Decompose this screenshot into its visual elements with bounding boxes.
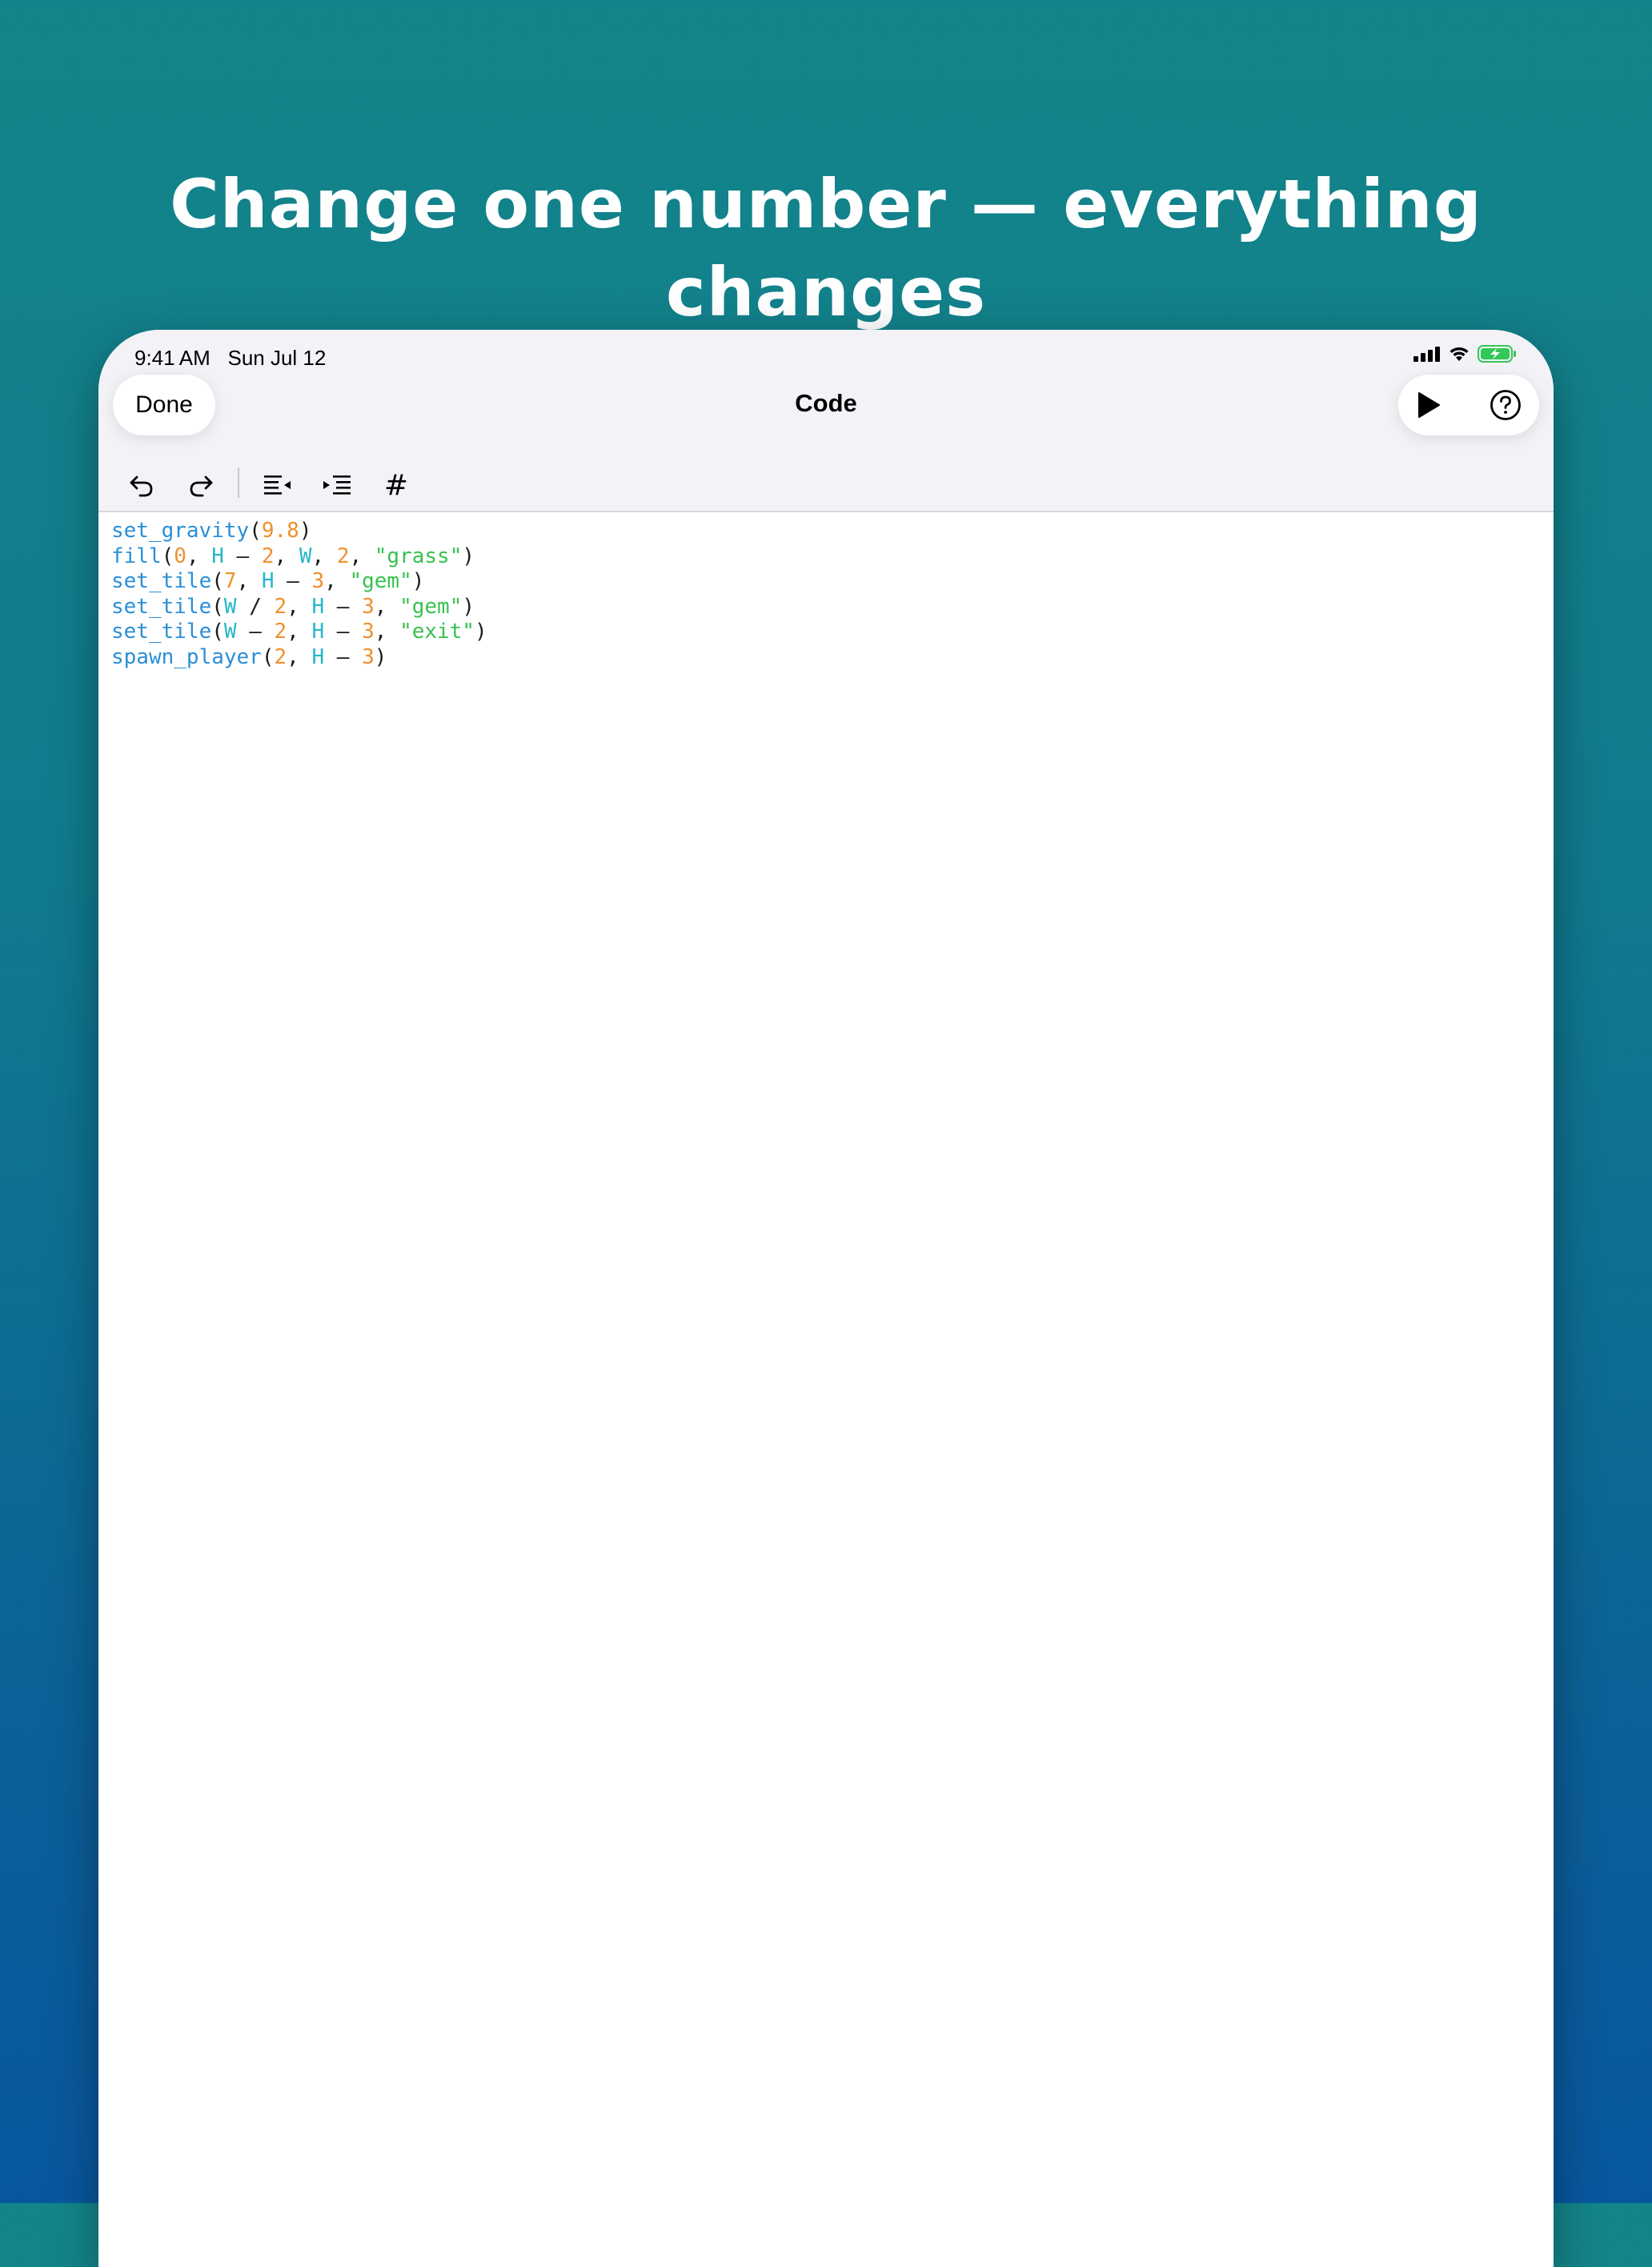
code-number: 2 xyxy=(274,594,287,619)
code-punctuation: ) xyxy=(374,644,387,669)
code-variable: W xyxy=(223,620,237,644)
code-variable: H xyxy=(311,644,325,669)
indent-icon[interactable] xyxy=(318,466,356,504)
code-punctuation: , xyxy=(374,594,400,619)
code-editor[interactable]: set_gravity(9.8) fill(0, H – 2, W, 2, "gr… xyxy=(111,519,487,671)
status-icons xyxy=(1413,344,1518,367)
navigation-bar: 9:41 AM Sun Jul 12 Done Code # xyxy=(98,330,1554,512)
ipad-frame: 9:41 AM Sun Jul 12 Done Code # set_gravi… xyxy=(98,330,1554,2267)
code-punctuation: / xyxy=(236,594,275,619)
code-punctuation: – xyxy=(274,569,312,594)
code-number: 3 xyxy=(362,644,375,669)
code-function: spawn_player xyxy=(111,644,262,669)
code-punctuation: – xyxy=(324,644,363,669)
code-punctuation: , xyxy=(287,644,312,669)
code-punctuation: – xyxy=(324,620,363,644)
code-string: "grass" xyxy=(374,544,463,568)
code-punctuation: ) xyxy=(475,620,487,644)
play-icon[interactable] xyxy=(1409,386,1448,424)
toolbar-divider xyxy=(238,467,239,498)
code-number: 3 xyxy=(311,569,325,594)
code-function: set_tile xyxy=(111,569,212,594)
code-punctuation: – xyxy=(223,544,262,568)
code-line[interactable]: spawn_player(2, H – 3) xyxy=(111,645,487,671)
code-line[interactable]: set_tile(W / 2, H – 3, "gem") xyxy=(111,595,487,620)
code-variable: H xyxy=(261,569,275,594)
code-number: 9.8 xyxy=(261,519,299,543)
code-number: 2 xyxy=(274,644,287,669)
battery-charging-icon xyxy=(1478,344,1518,367)
code-punctuation: – xyxy=(324,594,363,619)
code-punctuation: – xyxy=(236,620,275,644)
code-punctuation: ) xyxy=(411,569,425,594)
code-punctuation: ( xyxy=(211,620,224,644)
code-string: "gem" xyxy=(399,594,463,619)
code-number: 3 xyxy=(362,594,375,619)
code-punctuation: ( xyxy=(161,544,174,568)
code-number: 3 xyxy=(362,620,375,644)
code-punctuation: ( xyxy=(249,519,262,543)
wifi-icon xyxy=(1447,345,1471,367)
code-variable: H xyxy=(311,620,325,644)
code-punctuation: ( xyxy=(261,644,275,669)
status-time-value: 9:41 AM xyxy=(134,346,211,370)
outdent-icon[interactable] xyxy=(259,466,297,504)
code-function: set_tile xyxy=(111,620,212,644)
cellular-signal-icon xyxy=(1413,346,1441,366)
code-punctuation: , xyxy=(186,544,212,568)
code-punctuation: ( xyxy=(211,594,224,619)
code-variable: H xyxy=(211,544,224,568)
code-function: set_gravity xyxy=(111,519,250,543)
code-punctuation: , xyxy=(324,569,350,594)
code-function: fill xyxy=(111,544,162,568)
headline: Change one number — everything changes xyxy=(170,165,1482,331)
code-punctuation: , xyxy=(349,544,375,568)
page-title: Code xyxy=(795,389,857,417)
code-number: 2 xyxy=(261,544,275,568)
code-number: 2 xyxy=(274,620,287,644)
undo-icon[interactable] xyxy=(122,466,161,504)
code-punctuation: ( xyxy=(211,569,224,594)
code-string: "gem" xyxy=(349,569,412,594)
code-line[interactable]: set_gravity(9.8) xyxy=(111,519,487,544)
code-punctuation: ) xyxy=(299,519,312,543)
code-number: 2 xyxy=(336,544,350,568)
run-help-controls xyxy=(1398,375,1539,435)
question-circle-icon[interactable] xyxy=(1486,386,1525,424)
code-variable: H xyxy=(311,594,325,619)
code-punctuation: , xyxy=(287,620,312,644)
code-number: 0 xyxy=(174,544,186,568)
code-punctuation: , xyxy=(287,594,312,619)
code-variable: W xyxy=(299,544,312,568)
status-time: 9:41 AM Sun Jul 12 xyxy=(134,346,326,371)
code-punctuation: , xyxy=(311,544,337,568)
code-punctuation: , xyxy=(236,569,262,594)
status-date-value: Sun Jul 12 xyxy=(227,346,327,370)
code-function: set_tile xyxy=(111,594,212,619)
code-variable: W xyxy=(223,594,237,619)
code-string: "exit" xyxy=(399,620,475,644)
comment-hash-icon[interactable]: # xyxy=(377,466,415,504)
code-punctuation: ) xyxy=(462,544,475,568)
code-punctuation: , xyxy=(374,620,400,644)
code-line[interactable]: fill(0, H – 2, W, 2, "grass") xyxy=(111,544,487,570)
code-line[interactable]: set_tile(W – 2, H – 3, "exit") xyxy=(111,620,487,645)
redo-icon[interactable] xyxy=(182,466,220,504)
code-line[interactable]: set_tile(7, H – 3, "gem") xyxy=(111,569,487,595)
code-punctuation: ) xyxy=(462,594,475,619)
code-punctuation: , xyxy=(274,544,299,568)
code-number: 7 xyxy=(223,569,237,594)
